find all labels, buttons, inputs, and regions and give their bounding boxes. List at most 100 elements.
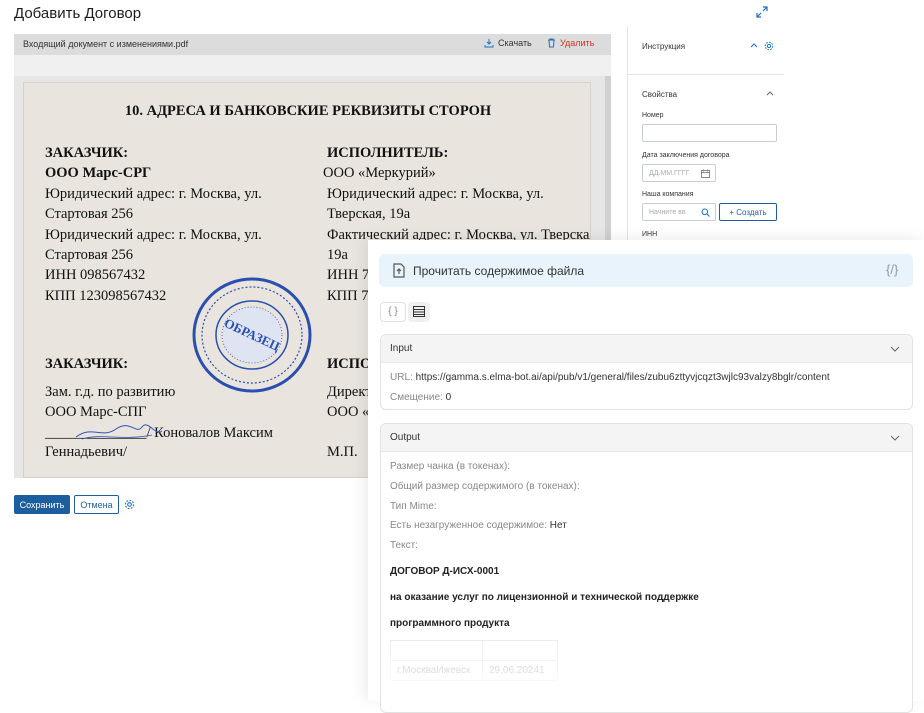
- function-call-panel: Прочитать содержимое файла {/} { } Input…: [368, 240, 924, 713]
- company-input[interactable]: Начните вв: [642, 203, 716, 221]
- properties-header[interactable]: Свойства: [642, 90, 677, 99]
- search-icon[interactable]: [701, 208, 710, 217]
- output-title: Output: [390, 432, 421, 443]
- left-role-2: ЗАКАЗЧИК:: [45, 356, 129, 372]
- date-placeholder: ДД.ММ.ГГГГ: [649, 170, 690, 177]
- chunk-label: Размер чанка (в токенах):: [390, 461, 511, 472]
- doc-heading: 10. АДРЕСА И БАНКОВСКИЕ РЕКВИЗИТЫ СТОРОН: [124, 103, 492, 119]
- offset-row: Смещение: 0: [390, 392, 451, 403]
- gear-icon[interactable]: [124, 499, 135, 510]
- unloaded-row: Есть незагруженное содержимое: Нет: [390, 520, 567, 531]
- tab-json[interactable]: { }: [380, 302, 406, 322]
- right-address-4: 19а: [327, 247, 348, 263]
- download-label: Скачать: [498, 38, 532, 48]
- table-cell-city: г.МоскваИжевск: [390, 660, 483, 681]
- unloaded-label: Есть незагруженное содержимое:: [390, 520, 548, 531]
- left-position: Зам. г.д. по развитию: [45, 384, 176, 400]
- date-input[interactable]: ДД.ММ.ГГГГ: [642, 164, 716, 182]
- chunk-row: Размер чанка (в токенах):: [390, 461, 510, 472]
- text-label: Текст:: [390, 540, 418, 551]
- calendar-icon[interactable]: [701, 169, 710, 178]
- left-role: ЗАКАЗЧИК:: [45, 145, 129, 161]
- signature-image: [75, 424, 163, 440]
- company-label: Наша компания: [642, 191, 694, 198]
- gear-icon[interactable]: [764, 41, 774, 51]
- input-section: Input URL: https://gamma.s.elma-bot.ai/a…: [380, 334, 913, 410]
- sidebar-divider: [628, 74, 784, 75]
- left-company: ООО Марс-СРГ: [45, 165, 152, 181]
- unloaded-value: Нет: [549, 520, 567, 531]
- table-cell-date: 29.06.20241: [482, 660, 558, 681]
- right-address-2: Тверская, 19а: [327, 206, 411, 222]
- table-icon: [413, 306, 425, 317]
- left-address-4: Стартовая 256: [45, 247, 134, 263]
- table-row: г.МоскваИжевск 29.06.20241: [390, 660, 558, 681]
- right-role-2: ИСПО: [327, 356, 372, 372]
- file-name: Входящий документ с изменениями.pdf: [23, 39, 189, 49]
- number-input[interactable]: [642, 124, 777, 142]
- instruction-header[interactable]: Инструкция: [642, 42, 685, 51]
- save-button[interactable]: Сохранить: [14, 495, 70, 514]
- url-label: URL:: [390, 372, 413, 383]
- left-address-1: Юридический адрес: г. Москва, ул.: [45, 186, 262, 202]
- company-placeholder: Начните вв: [649, 209, 686, 216]
- input-section-header[interactable]: Input: [381, 335, 912, 363]
- chevron-up-icon[interactable]: [750, 42, 758, 50]
- number-label: Номер: [642, 112, 664, 119]
- output-text-line-2: на оказание услуг по лицензионной и техн…: [390, 592, 699, 603]
- right-role: ИСПОЛНИТЕЛЬ:: [327, 145, 449, 161]
- left-address-3: Юридический адрес: г. Москва, ул.: [45, 227, 262, 243]
- right-company-2: ООО «: [327, 404, 370, 420]
- text-row: Текст:: [390, 540, 418, 551]
- properties-sidebar: Инструкция Свойства Номер Дата заключени…: [627, 26, 784, 246]
- left-company-2: ООО Марс-СПГ: [45, 404, 147, 420]
- create-company-button[interactable]: + Создать: [719, 203, 777, 221]
- total-row: Общий размер содержимого (в токенах):: [390, 481, 580, 492]
- code-icon[interactable]: {/}: [886, 262, 898, 277]
- chevron-up-icon[interactable]: [766, 90, 774, 98]
- mime-label: Тип Mime:: [390, 501, 437, 512]
- viewer-toolbar-spacer: [14, 55, 611, 76]
- trash-icon: [548, 38, 555, 48]
- url-row: URL: https://gamma.s.elma-bot.ai/api/pub…: [390, 372, 830, 383]
- right-kpp: КПП 7: [327, 288, 369, 304]
- total-label: Общий размер содержимого (в токенах):: [390, 481, 580, 492]
- cancel-button[interactable]: Отмена: [74, 495, 119, 514]
- left-kpp: КПП 123098567432: [45, 288, 167, 304]
- viewer-toolbar: Входящий документ с изменениями.pdf Скач…: [14, 34, 611, 55]
- right-company: ООО «Меркурий»: [323, 165, 436, 181]
- download-button[interactable]: Скачать: [484, 38, 532, 48]
- tab-table[interactable]: [408, 302, 430, 322]
- chevron-down-icon[interactable]: [890, 433, 900, 443]
- function-header[interactable]: Прочитать содержимое файла {/}: [379, 254, 913, 287]
- mime-row: Тип Mime:: [390, 501, 437, 512]
- output-section: Output Размер чанка (в токенах): Общий р…: [380, 423, 913, 713]
- left-address-2: Стартовая 256: [45, 206, 134, 222]
- output-text-line-3: программного продукта: [390, 618, 510, 629]
- offset-value: 0: [445, 392, 452, 403]
- download-icon: [484, 39, 494, 48]
- chevron-down-icon[interactable]: [890, 344, 900, 354]
- right-inn: ИНН 7: [327, 267, 370, 283]
- url-link[interactable]: https://gamma.s.elma-bot.ai/api/pub/v1/g…: [416, 372, 830, 383]
- right-address-1: Юридический адрес: г. Москва, ул.: [327, 186, 544, 202]
- inn-label: ИНН: [642, 231, 658, 238]
- dialog-title: Добавить Договор: [14, 5, 142, 22]
- offset-label: Смещение:: [390, 392, 443, 403]
- right-position: Директ: [327, 384, 372, 400]
- table-row: [390, 640, 558, 661]
- file-upload-icon: [393, 263, 405, 278]
- stamp-image: ОБРАЗЕЦ: [192, 277, 312, 393]
- left-patronymic: Геннадьевич/: [45, 444, 128, 460]
- output-section-header[interactable]: Output: [381, 424, 912, 452]
- output-table: г.МоскваИжевск 29.06.20241: [390, 640, 558, 681]
- output-text-line-1: ДОГОВОР Д-ИСХ-0001: [390, 566, 500, 577]
- right-mp: М.П.: [327, 444, 358, 460]
- function-title: Прочитать содержимое файла: [413, 264, 584, 278]
- left-inn: ИНН 098567432: [45, 267, 146, 283]
- input-title: Input: [390, 343, 413, 354]
- date-label: Дата заключения договора: [642, 152, 730, 159]
- delete-label: Удалить: [560, 38, 595, 48]
- delete-button[interactable]: Удалить: [547, 38, 594, 48]
- expand-icon[interactable]: [756, 6, 768, 18]
